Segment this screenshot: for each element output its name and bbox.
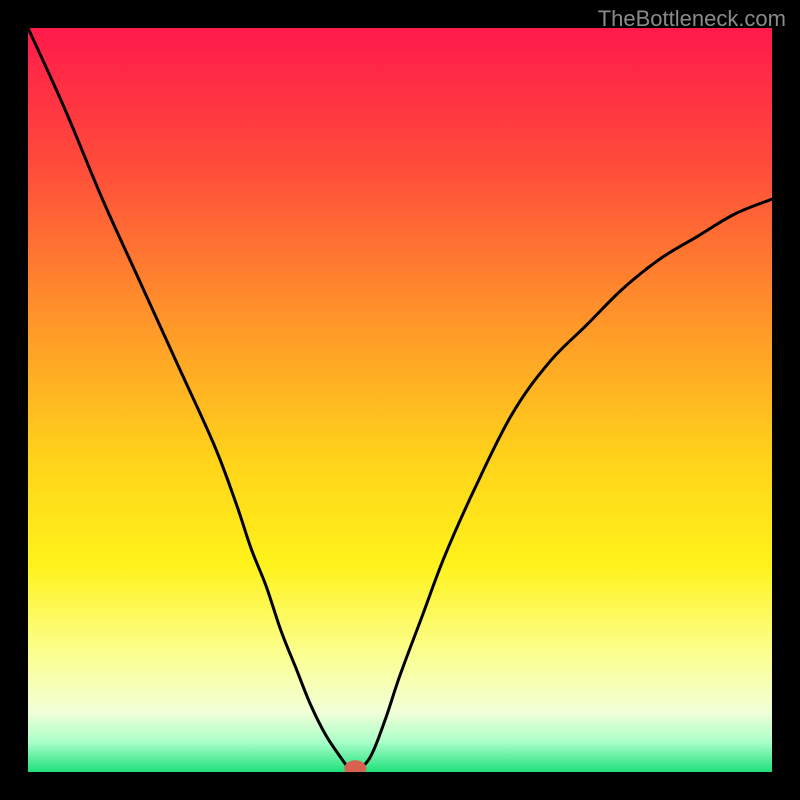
chart-frame: TheBottleneck.com [0, 0, 800, 800]
plot-area [28, 28, 772, 772]
watermark-text: TheBottleneck.com [598, 6, 786, 32]
bottleneck-chart [28, 28, 772, 772]
gradient-background [28, 28, 772, 772]
